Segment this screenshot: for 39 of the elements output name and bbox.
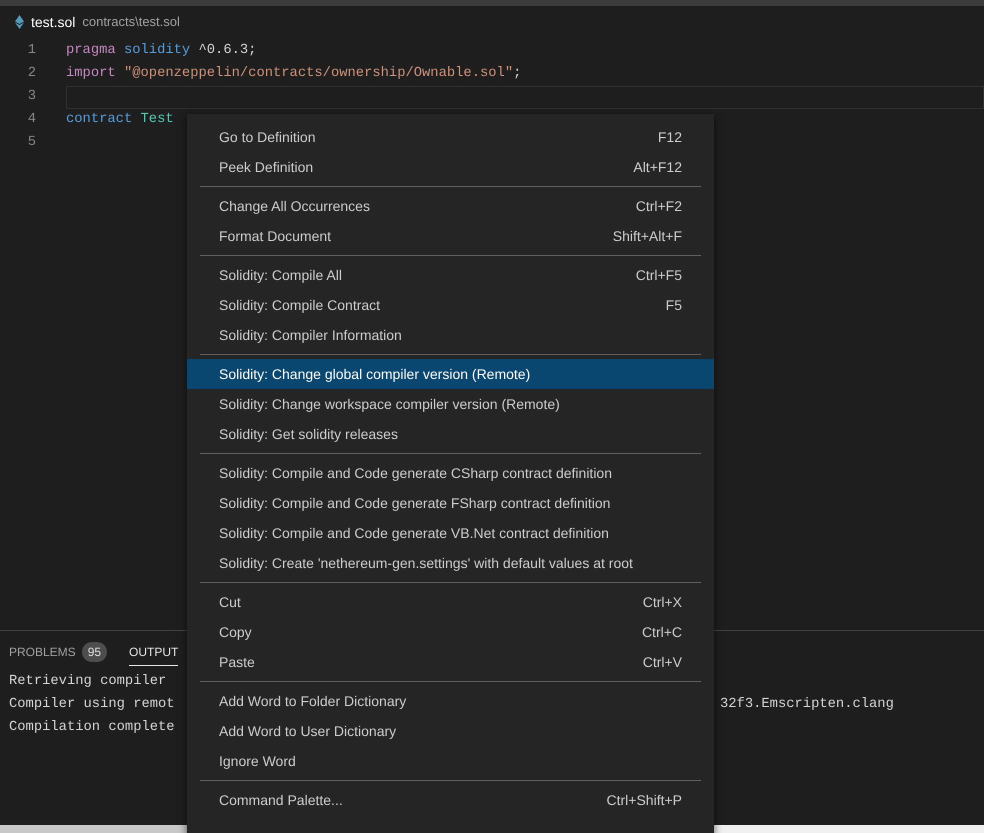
menu-item[interactable]: Copy Ctrl+C <box>187 617 714 647</box>
menu-item[interactable]: Paste Ctrl+V <box>187 647 714 677</box>
menu-item[interactable]: Solidity: Change workspace compiler version (Remote) <box>187 389 714 419</box>
menu-item[interactable]: Solidity: Compiler Information <box>187 320 714 350</box>
line-number: 3 <box>26 88 36 106</box>
menu-item[interactable]: Solidity: Compile and Code generate VB.Net contract definition <box>187 518 714 548</box>
diamond-icon <box>15 15 24 29</box>
menu-item[interactable]: Add Word to Folder Dictionary <box>187 686 714 716</box>
menu-item[interactable]: Add Word to User Dictionary <box>187 716 714 746</box>
menu-item[interactable]: Cut Ctrl+X <box>187 587 714 617</box>
menu-item[interactable]: Solidity: Compile and Code generate FSharp contract definition <box>187 488 714 518</box>
file-name[interactable]: test.sol <box>31 12 76 32</box>
output-line: 32f3.Emscripten.clang <box>720 696 894 714</box>
menu-item[interactable]: Ignore Word <box>187 746 714 776</box>
code-line: pragma solidity ^0.6.3; <box>66 42 258 60</box>
menu-item[interactable]: Solidity: Compile and Code generate CSharp contract definition <box>187 458 714 488</box>
output-line: Compiler using remot <box>9 697 175 712</box>
menu-item[interactable]: Change All Occurrences Ctrl+F2 <box>187 191 714 221</box>
menu-item[interactable]: Go to Definition F12 <box>187 122 714 152</box>
menu-item[interactable]: Solidity: Create 'nethereum-gen.settings' with default values at root <box>187 548 714 578</box>
line-number: 4 <box>26 111 36 130</box>
line-number: 1 <box>26 42 36 60</box>
line-number: 2 <box>26 65 36 84</box>
menu-item[interactable]: Peek Definition Alt+F12 <box>187 152 714 182</box>
line-number: 5 <box>26 134 36 152</box>
code-line: import "@openzeppelin/contracts/ownership/Ownable.sol"; <box>66 65 522 84</box>
menu-item[interactable]: Solidity: Compile Contract F5 <box>187 290 714 320</box>
output-line: Compilation complete <box>9 720 175 736</box>
code-line: contract Test <box>66 111 175 130</box>
menu-item[interactable]: Command Palette... Ctrl+Shift+P <box>187 785 714 815</box>
menu-item[interactable]: Format Document Shift+Alt+F <box>187 221 714 251</box>
menu-item[interactable]: Solidity: Change global compiler version (Remote) <box>187 359 714 389</box>
menu-item[interactable]: Solidity: Get solidity releases <box>187 419 714 449</box>
count-badge: 95 <box>82 642 108 662</box>
panel-tab[interactable]: PROBLEMS 95 <box>9 638 108 666</box>
file-path[interactable]: contracts\test.sol <box>82 12 180 32</box>
output-line: Retrieving compiler <box>9 674 166 690</box>
menu-item[interactable]: Solidity: Compile All Ctrl+F5 <box>187 260 714 290</box>
panel-tab[interactable]: OUTPUT <box>129 638 178 666</box>
